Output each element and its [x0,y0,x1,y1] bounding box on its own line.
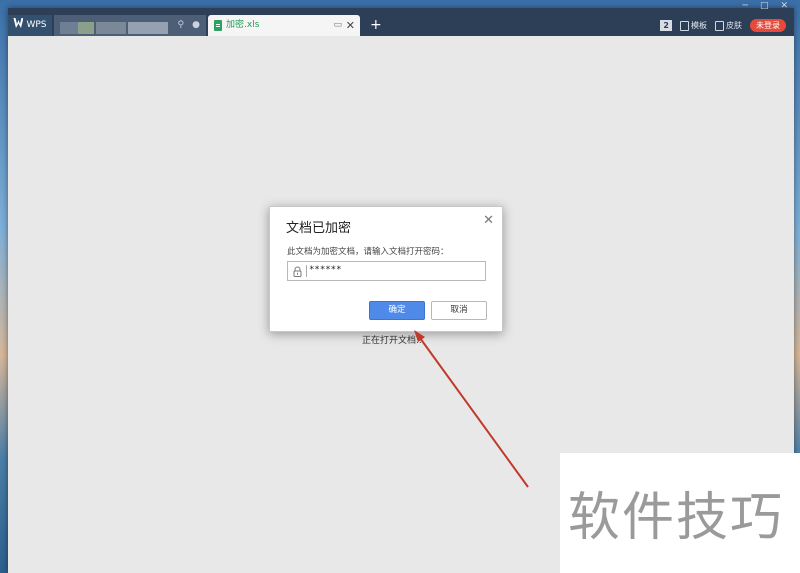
obscured-region [78,22,94,34]
close-window-icon[interactable]: ✕ [780,1,788,11]
spreadsheet-file-icon [214,20,222,31]
maximize-icon[interactable]: □ [760,1,769,11]
obscured-region [96,22,126,34]
skin-button[interactable]: 皮肤 [715,20,742,31]
loading-status: 正在打开文档... [362,336,425,346]
skin-label: 皮肤 [726,21,742,30]
wps-logo-icon [13,18,24,28]
new-tab-button[interactable]: + [370,15,382,36]
tab-label: 加密.xls [226,20,260,30]
dialog-close-icon[interactable]: ✕ [483,213,494,228]
title-bar: WPS ⚲ ● 加密.xls ▭ ✕ + 2 模板 皮肤 未登录 [8,8,794,36]
login-button[interactable]: 未登录 [750,19,786,32]
templates-label: 模板 [691,21,707,30]
watermark-text: 软件技巧 [568,488,785,548]
pin-icon[interactable]: ⚲ [178,15,185,36]
lock-icon [293,266,302,277]
minimize-icon[interactable]: ─ [743,1,748,11]
password-input[interactable] [309,263,479,277]
tab-count-badge[interactable]: 2 [660,20,672,31]
tab-encrypted-file[interactable]: 加密.xls ▭ ✕ [208,15,360,36]
close-icon[interactable]: ● [192,15,200,36]
obscured-region [128,22,168,34]
tab-obscured[interactable]: ⚲ ● [54,15,206,36]
field-divider [306,265,307,277]
password-field[interactable] [287,261,486,281]
templates-button[interactable]: 模板 [680,20,707,31]
shirt-icon [715,20,724,31]
tab-wps-label: WPS [26,20,47,30]
dialog-title: 文档已加密 [286,221,352,236]
template-icon [680,20,689,31]
password-dialog: 文档已加密 ✕ 此文档为加密文档，请输入文档打开密码： 确定 取消 [269,206,503,332]
close-tab-icon[interactable]: ✕ [346,15,355,36]
titlebar-actions: 2 模板 皮肤 未登录 [660,15,786,36]
dialog-prompt: 此文档为加密文档，请输入文档打开密码： [287,247,449,257]
ok-button[interactable]: 确定 [369,301,425,320]
cancel-button[interactable]: 取消 [431,301,487,320]
window-controls: ─ □ ✕ [743,1,788,11]
tab-wps-home[interactable]: WPS [8,15,52,36]
obscured-region [60,22,78,34]
watermark: 软件技巧 [560,453,800,573]
comment-icon[interactable]: ▭ [333,15,342,36]
